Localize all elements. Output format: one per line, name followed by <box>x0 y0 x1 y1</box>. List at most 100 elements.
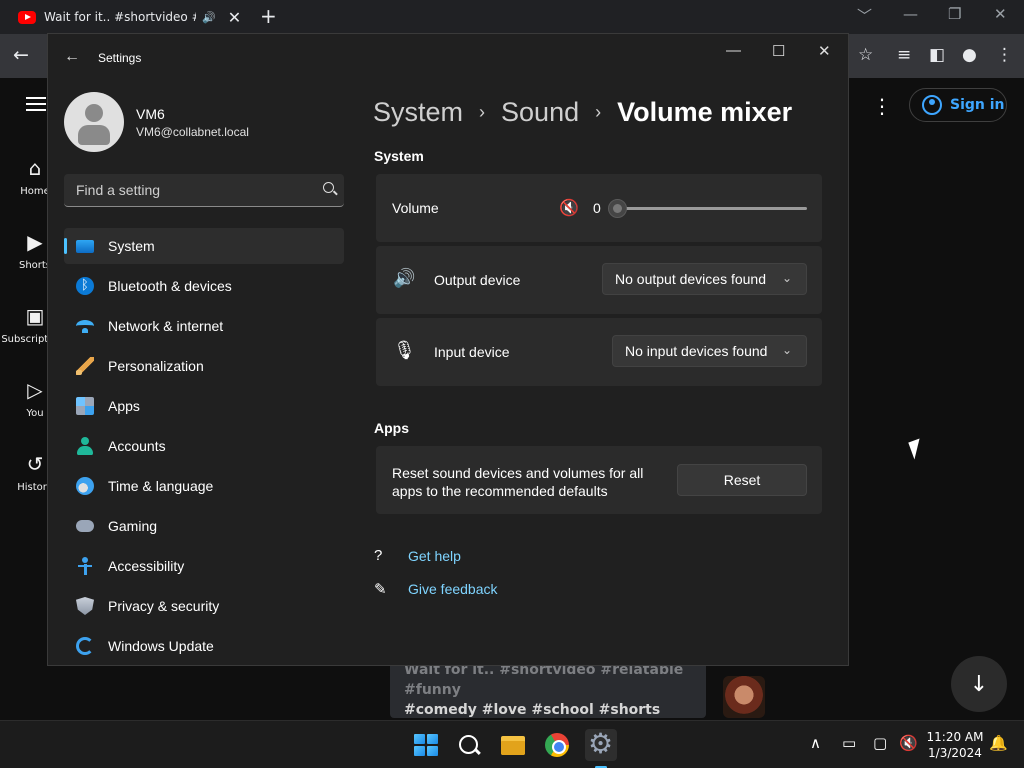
maximize-button[interactable]: ☐ <box>772 42 785 60</box>
give-feedback-row[interactable]: ✎ Give feedback <box>374 580 498 598</box>
give-feedback-link[interactable]: Give feedback <box>408 581 498 597</box>
chevron-down-icon: ⌄ <box>781 271 792 285</box>
breadcrumb-sound[interactable]: Sound <box>501 97 579 128</box>
chevron-right-icon: › <box>479 101 486 122</box>
youtube-more-icon[interactable]: ⋮ <box>872 94 892 118</box>
browser-back-icon[interactable]: ← <box>13 44 29 66</box>
search-icon[interactable] <box>323 182 334 193</box>
nav-item-label: Accessibility <box>108 558 185 574</box>
taskbar-clock[interactable]: 11:20 AM 1/3/2024 <box>920 729 990 761</box>
search-input[interactable] <box>64 174 344 206</box>
minimize-button[interactable]: — <box>726 42 741 59</box>
bookmark-star-icon[interactable]: ☆ <box>858 45 873 65</box>
settings-taskbar-icon[interactable] <box>585 727 617 768</box>
apps-section-header: Apps <box>374 420 409 436</box>
nav-item-bluetooth[interactable]: Bluetooth & devices <box>64 268 344 304</box>
output-device-dropdown[interactable]: No output devices found ⌄ <box>602 263 807 295</box>
volume-slider-thumb[interactable] <box>608 199 627 218</box>
help-icon: ? <box>374 547 383 564</box>
nav-item-label: Time & language <box>108 478 214 494</box>
nav-item-network[interactable]: Network & internet <box>64 308 344 344</box>
nav-item-label: Privacy & security <box>108 598 220 614</box>
avatar[interactable] <box>64 92 124 152</box>
windows-logo-icon <box>414 746 425 756</box>
youtube-menu-icon[interactable] <box>26 97 46 111</box>
reset-description: Reset sound devices and volumes for all … <box>392 465 644 499</box>
nav-item-label: Network & internet <box>108 318 224 334</box>
bluetooth-icon <box>76 277 94 295</box>
nav-item-privacy[interactable]: Privacy & security <box>64 588 344 624</box>
nav-item-gaming[interactable]: Gaming <box>64 508 344 544</box>
reset-button[interactable]: Reset <box>677 464 807 496</box>
breadcrumb-system[interactable]: System <box>373 97 463 128</box>
browser-tab-youtube[interactable]: Wait for it.. #shortvideo #relatable 🔊 ✕ <box>8 0 248 34</box>
nav-item-accounts[interactable]: Accounts <box>64 428 344 464</box>
caption-line-1: Wait for it.. #shortvideo #relatable #fu… <box>404 662 684 698</box>
clock-date: 1/3/2024 <box>928 746 982 760</box>
tab-search-icon[interactable]: ﹀ <box>857 5 872 26</box>
account-icon <box>76 437 94 455</box>
get-help-row[interactable]: ? Get help <box>374 547 461 564</box>
caption-line-2: #comedy #love #school #shorts #short <box>404 702 661 718</box>
clock-time: 11:20 AM <box>926 730 984 744</box>
input-device-label: Input device <box>434 344 510 360</box>
tab-title: Wait for it.. #shortvideo #relatable <box>44 10 196 24</box>
display-icon[interactable]: ▢ <box>873 734 887 752</box>
volume-card: Volume 🔇 0 <box>376 174 822 242</box>
update-icon <box>76 637 94 655</box>
video-thumbnail[interactable] <box>723 676 765 718</box>
system-section-header: System <box>374 148 424 164</box>
speaker-icon: 🔊 <box>393 268 416 288</box>
tab-close-icon[interactable]: ✕ <box>228 8 241 27</box>
speaker-mute-icon[interactable]: 🔇 <box>559 198 579 218</box>
nav-item-personalization[interactable]: Personalization <box>64 348 344 384</box>
get-help-link[interactable]: Get help <box>408 548 461 564</box>
input-device-value: No input devices found <box>625 343 768 359</box>
volume-slider[interactable] <box>608 199 807 218</box>
settings-titlebar[interactable]: ← Settings — ☐ ✕ <box>48 34 848 82</box>
chevron-down-icon: ⌄ <box>781 343 792 357</box>
notification-bell-icon[interactable]: 🔔 <box>989 734 1008 752</box>
network-icon[interactable]: ▭ <box>842 734 856 752</box>
youtube-nav-label: You <box>26 408 44 419</box>
windows-logo-icon <box>414 734 425 744</box>
file-explorer-icon[interactable] <box>497 729 529 761</box>
nav-item-windows-update[interactable]: Windows Update <box>64 628 344 664</box>
apps-icon <box>76 397 94 415</box>
youtube-favicon-icon <box>18 10 36 24</box>
taskbar-search-icon[interactable] <box>453 729 485 761</box>
nav-item-apps[interactable]: Apps <box>64 388 344 424</box>
browser-restore-button[interactable]: ❐ <box>948 5 961 23</box>
output-device-value: No output devices found <box>615 271 766 287</box>
media-controls-icon[interactable]: ≡ <box>897 45 911 65</box>
settings-window: ← Settings — ☐ ✕ VM6 VM6@collabnet.local… <box>47 33 849 666</box>
nav-item-label: System <box>108 238 155 254</box>
browser-minimize-button[interactable]: — <box>903 5 918 23</box>
start-button[interactable] <box>409 729 441 761</box>
nav-item-label: Accounts <box>108 438 166 454</box>
profile-email: VM6@collabnet.local <box>136 125 249 139</box>
tray-chevron-icon[interactable]: ∧ <box>810 734 821 752</box>
nav-item-accessibility[interactable]: Accessibility <box>64 548 344 584</box>
nav-item-time-language[interactable]: Time & language <box>64 468 344 504</box>
tray-volume-mute-icon[interactable]: 🔇 <box>899 734 918 752</box>
account-circle-icon <box>922 95 942 115</box>
sign-in-button[interactable]: Sign in <box>909 88 1007 122</box>
new-tab-button[interactable]: + <box>260 4 277 28</box>
close-button[interactable]: ✕ <box>818 42 831 60</box>
taskbar: ∧ ▭ ▢ 🔇 11:20 AM 1/3/2024 🔔 <box>0 720 1024 768</box>
accessibility-icon <box>76 557 94 575</box>
chrome-icon[interactable] <box>541 729 573 761</box>
browser-menu-icon[interactable]: ⋮ <box>996 45 1013 65</box>
nav-item-system[interactable]: System <box>64 228 344 264</box>
browser-profile-icon[interactable]: ● <box>962 45 977 65</box>
tab-audio-icon[interactable]: 🔊 <box>202 11 216 24</box>
input-device-dropdown[interactable]: No input devices found ⌄ <box>612 335 807 367</box>
side-panel-icon[interactable]: ◧ <box>929 45 945 65</box>
next-video-button[interactable]: ↓ <box>951 656 1007 712</box>
system-icon <box>76 240 94 253</box>
browser-tabstrip: Wait for it.. #shortvideo #relatable 🔊 ✕… <box>0 0 1024 34</box>
wifi-icon <box>76 320 94 333</box>
back-arrow-icon[interactable]: ← <box>64 48 80 66</box>
browser-close-button[interactable]: ✕ <box>994 5 1007 23</box>
